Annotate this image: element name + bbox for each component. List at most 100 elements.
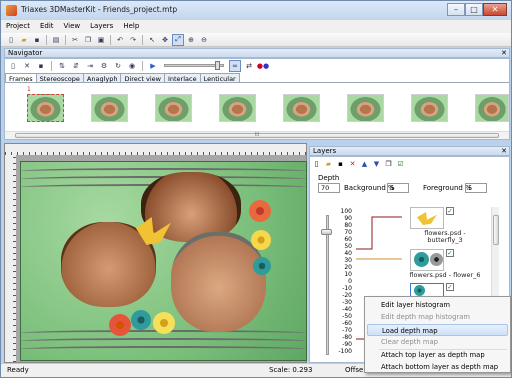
layer-visibility-checkbox[interactable]: ✓ — [446, 249, 454, 257]
background-percent-input[interactable]: 5 — [387, 183, 409, 193]
open-project-button[interactable]: ▰ — [18, 34, 30, 46]
play-button[interactable]: ▶ — [147, 60, 159, 72]
zoom-out-button[interactable]: ⊖ — [198, 34, 210, 46]
anaglyph-colors-button[interactable]: ●● — [257, 60, 269, 72]
depth-tick-label: -80 — [342, 334, 352, 341]
menu-load-depth-map[interactable]: Load depth map — [367, 324, 508, 336]
frame-thumbnail[interactable] — [411, 94, 448, 122]
frame-thumbnail[interactable] — [155, 94, 192, 122]
preview-frames-button[interactable]: ◉ — [126, 60, 138, 72]
flower-graphic[interactable] — [109, 314, 131, 336]
refresh-frames-button[interactable]: ↻ — [112, 60, 124, 72]
add-frame-button[interactable]: ▯ — [7, 60, 19, 72]
foreground-percent-input[interactable]: 5 — [465, 183, 487, 193]
undo-button[interactable]: ↶ — [114, 34, 126, 46]
depth-tick-label: -70 — [342, 327, 352, 334]
delete-frame-button[interactable]: ✕ — [21, 60, 33, 72]
zoom-fit-icon: ⤢ — [175, 35, 181, 43]
menu-attach-bottom-layer[interactable]: Attach bottom layer as depth map — [367, 361, 508, 373]
sort-frames-button[interactable]: ⇅ — [56, 60, 68, 72]
print-icon: ▤ — [52, 35, 60, 44]
save-project-button[interactable]: ▪ — [31, 34, 43, 46]
person-photo — [171, 232, 266, 332]
delete-layer-button[interactable]: ✕ — [348, 159, 357, 168]
flower-graphic[interactable] — [249, 200, 271, 222]
save-frames-button[interactable]: ▪ — [35, 60, 47, 72]
tab-interlace[interactable]: Interlace — [163, 73, 201, 83]
tab-frames[interactable]: Frames — [5, 73, 37, 83]
new-project-button[interactable]: ▯ — [5, 34, 17, 46]
depth-tick-label: -10 — [342, 285, 352, 292]
redo-button[interactable]: ↷ — [127, 34, 139, 46]
layer-visibility-checkbox[interactable]: ✓ — [446, 283, 454, 291]
move-tool-button[interactable]: ✥ — [159, 34, 171, 46]
frame-thumbnail[interactable] — [27, 94, 64, 122]
frame-thumbnail[interactable] — [475, 94, 509, 122]
layer-visibility-checkbox[interactable]: ✓ — [446, 207, 454, 215]
flower-graphic[interactable] — [153, 312, 175, 334]
speed-slider[interactable] — [164, 61, 224, 70]
frame-thumbnail[interactable] — [91, 94, 128, 122]
depth-slider-thumb[interactable] — [321, 229, 332, 235]
tab-direct-view[interactable]: Direct view — [120, 73, 165, 83]
layer-visibility-button[interactable]: ☑ — [396, 159, 405, 168]
tab-anaglyph[interactable]: Anaglyph — [82, 73, 122, 83]
depth-tick-label: -30 — [342, 299, 352, 306]
frames-scrollbar[interactable]: III — [5, 131, 509, 139]
maximize-button[interactable]: □ — [465, 3, 483, 16]
depth-tick-label: -60 — [342, 320, 352, 327]
navigator-close-icon[interactable]: ✕ — [501, 49, 507, 57]
offset-readout: Offse — [345, 366, 364, 374]
flower-graphic[interactable] — [251, 230, 271, 250]
bounce-button[interactable]: ⇄ — [243, 60, 255, 72]
layers-close-icon[interactable]: ✕ — [501, 147, 507, 155]
reverse-frames-button[interactable]: ⇵ — [70, 60, 82, 72]
paste-button[interactable]: ▣ — [95, 34, 107, 46]
shift-frames-button[interactable]: ⇥ — [84, 60, 96, 72]
frame-settings-button[interactable]: ⚙ — [98, 60, 110, 72]
zoom-in-button[interactable]: ⊕ — [185, 34, 197, 46]
frame-thumbnail[interactable] — [347, 94, 384, 122]
layers-scrollbar-thumb[interactable] — [493, 215, 499, 245]
tab-stereoscope[interactable]: Stereoscope — [35, 73, 84, 83]
move-layer-up-button[interactable]: ▲ — [360, 159, 369, 168]
menu-view[interactable]: View — [59, 20, 86, 33]
canvas-area — [4, 143, 307, 363]
toolbar-separator — [142, 60, 143, 71]
tab-lenticular[interactable]: Lenticular — [199, 73, 240, 83]
layer-properties-button[interactable]: ❐ — [384, 159, 393, 168]
frame-thumbnail[interactable] — [283, 94, 320, 122]
save-layer-button[interactable]: ▪ — [336, 159, 345, 168]
menu-edit[interactable]: Edit — [35, 20, 59, 33]
color-dots-icon: ●● — [256, 61, 270, 70]
speed-slider-thumb[interactable] — [215, 61, 220, 70]
frame-thumbnail[interactable] — [219, 94, 256, 122]
new-layer-button[interactable]: ▯ — [312, 159, 321, 168]
save-icon: ▪ — [34, 35, 40, 44]
close-button[interactable]: ✕ — [483, 3, 507, 16]
menu-layers[interactable]: Layers — [85, 20, 118, 33]
copy-button[interactable]: ❐ — [82, 34, 94, 46]
pointer-tool-button[interactable]: ↖ — [146, 34, 158, 46]
frame-wave — [21, 168, 306, 174]
depth-tick-label: 10 — [344, 271, 352, 278]
print-button[interactable]: ▤ — [50, 34, 62, 46]
depth-slider[interactable] — [326, 215, 329, 355]
minimize-button[interactable]: – — [447, 3, 465, 16]
frames-scrollbar-thumb[interactable]: III — [15, 133, 499, 138]
composition-image[interactable] — [20, 161, 307, 361]
layer-item[interactable]: ✓ flowers.psd - butterfly_3 — [402, 205, 488, 252]
loop-button[interactable]: ∞ — [229, 59, 241, 72]
move-layer-down-button[interactable]: ▼ — [372, 159, 381, 168]
add-icon: ▯ — [11, 61, 15, 70]
flower-graphic[interactable] — [131, 310, 151, 330]
menu-edit-layer-histogram[interactable]: Edit layer histogram — [367, 299, 508, 311]
menu-attach-top-layer[interactable]: Attach top layer as depth map — [367, 349, 508, 361]
menu-project[interactable]: Project — [1, 20, 35, 33]
flower-graphic[interactable] — [253, 257, 271, 275]
cut-button[interactable]: ✂ — [69, 34, 81, 46]
open-layer-button[interactable]: ▰ — [324, 159, 333, 168]
depth-input[interactable]: 70 — [318, 183, 340, 193]
zoom-fit-button[interactable]: ⤢ — [172, 33, 184, 46]
menu-help[interactable]: Help — [118, 20, 144, 33]
